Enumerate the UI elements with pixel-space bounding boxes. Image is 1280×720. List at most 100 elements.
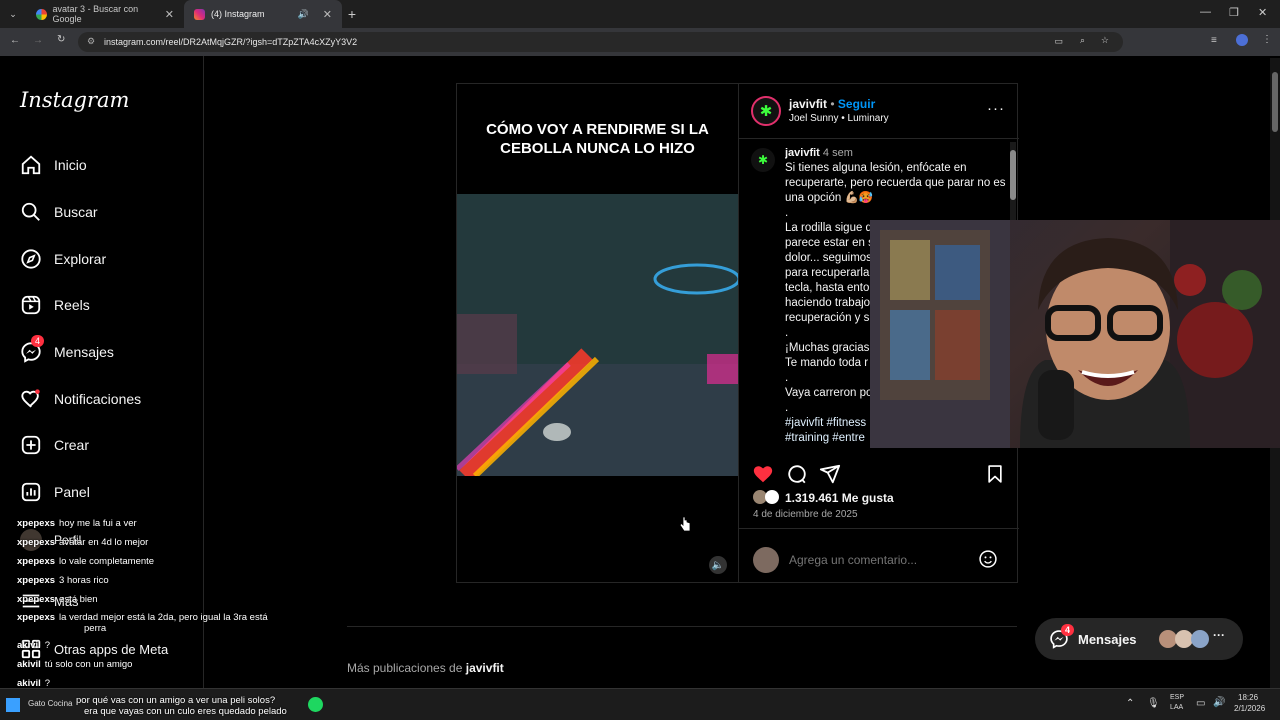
audio-artist: Joel Sunny bbox=[789, 113, 839, 124]
spotify-icon[interactable] bbox=[308, 697, 323, 712]
chat-message: xpepexs la verdad mejor está la 2da, pero… bbox=[4, 612, 268, 623]
chat-text: 3 horas rico bbox=[59, 575, 109, 586]
mute-toggle-icon[interactable]: 🔈 bbox=[709, 556, 727, 574]
close-icon[interactable]: ✕ bbox=[323, 8, 332, 21]
site-info-icon[interactable]: ⚙ bbox=[87, 36, 95, 47]
sidebar-item-label: Explorar bbox=[54, 251, 107, 267]
chat-message: xpepexs 3 horas rico bbox=[4, 575, 109, 586]
sidebar-item-explorar[interactable]: Explorar bbox=[20, 248, 106, 270]
more-posts-user[interactable]: javivfit bbox=[466, 661, 504, 675]
caption-avatar[interactable]: ✱ bbox=[751, 148, 775, 172]
author-username[interactable]: javivfit bbox=[789, 97, 827, 111]
chat-text: hoy me la fui a ver bbox=[59, 518, 137, 529]
minimize-icon[interactable]: — bbox=[1200, 6, 1211, 18]
zoom-icon[interactable]: ⌕ bbox=[1080, 35, 1085, 46]
webcam-overlay bbox=[870, 220, 1280, 448]
keyboard-layout-label[interactable]: LAA bbox=[1170, 704, 1183, 711]
comment-icon[interactable] bbox=[786, 463, 808, 485]
sidebar-item-panel[interactable]: Panel bbox=[20, 481, 90, 503]
reload-icon[interactable]: ↻ bbox=[57, 34, 65, 45]
tab-google[interactable]: avatar 3 - Buscar con Google ✕ bbox=[26, 0, 184, 28]
sidebar-item-crear[interactable]: Crear bbox=[20, 434, 89, 456]
media-controls-icon[interactable]: ≡ bbox=[1211, 35, 1217, 46]
video-caption: CÓMO VOY A RENDIRME SI LA CEBOLLA NUNCA … bbox=[457, 84, 738, 194]
audio-info[interactable]: Joel Sunny • Luminary bbox=[789, 113, 889, 124]
instagram-logo[interactable]: Instagram bbox=[20, 88, 129, 112]
likes-count[interactable]: 1.319.461 Me gusta bbox=[785, 491, 894, 505]
sidebar-item-mensajes[interactable]: 4 Mensajes bbox=[20, 335, 114, 363]
maximize-icon[interactable]: ❐ bbox=[1229, 6, 1239, 19]
sidebar-item-notificaciones[interactable]: Notificaciones bbox=[20, 388, 141, 410]
messages-pill[interactable]: 4 Mensajes ··· bbox=[1035, 618, 1243, 660]
reels-icon bbox=[21, 295, 41, 315]
chat-text: era que vayas con un culo eres quedado p… bbox=[84, 706, 287, 717]
sidebar-item-inicio[interactable]: Inicio bbox=[20, 154, 87, 176]
tab-title: (4) Instagram bbox=[211, 9, 265, 19]
address-bar[interactable]: ⚙ instagram.com/reel/DR2AtMqjGZR/?igsh=d… bbox=[78, 32, 1123, 52]
cast-icon[interactable]: ▭ bbox=[1054, 36, 1063, 47]
sidebar-item-label: Mensajes bbox=[54, 344, 114, 360]
windows-start-icon[interactable] bbox=[6, 698, 20, 712]
caption-username[interactable]: javivfit bbox=[785, 147, 820, 159]
save-bookmark-icon[interactable] bbox=[985, 463, 1005, 485]
sidebar-item-label: Crear bbox=[54, 437, 90, 453]
post-date: 4 de diciembre de 2025 bbox=[753, 509, 858, 520]
audio-track: Luminary bbox=[847, 113, 889, 124]
browser-toolbar: ← → ↻ ⚙ instagram.com/reel/DR2AtMqjGZR/?… bbox=[0, 28, 1280, 56]
chat-text: la verdad mejor está la 2da, pero igual … bbox=[59, 612, 268, 623]
tray-chevron-icon[interactable]: ⌃ bbox=[1126, 698, 1134, 709]
post-header: javivfit • Seguir bbox=[789, 97, 876, 111]
compass-icon bbox=[21, 249, 41, 269]
share-icon[interactable] bbox=[819, 463, 841, 485]
close-icon[interactable]: ✕ bbox=[165, 8, 174, 21]
url-text: instagram.com/reel/DR2AtMqjGZR/?igsh=dTZ… bbox=[104, 37, 358, 47]
chat-text: ? bbox=[44, 640, 51, 651]
author-avatar[interactable]: ✱ bbox=[751, 96, 781, 126]
clock-time[interactable]: 18:26 bbox=[1238, 693, 1258, 702]
home-icon bbox=[21, 155, 41, 175]
sidebar-item-label: Reels bbox=[54, 297, 90, 313]
chat-message: xpepexs lo vale completamente bbox=[4, 556, 154, 567]
network-icon[interactable]: ▭ bbox=[1196, 698, 1205, 709]
chat-message: akivil tú solo con un amigo bbox=[4, 659, 132, 670]
back-icon[interactable]: ← bbox=[10, 35, 20, 46]
bookmark-star-icon[interactable]: ☆ bbox=[1101, 35, 1109, 46]
google-icon bbox=[36, 8, 47, 20]
window-close-icon[interactable]: ✕ bbox=[1258, 6, 1267, 19]
more-posts-prefix: Más publicaciones de bbox=[347, 661, 463, 675]
tab-search-icon[interactable]: ⌄ bbox=[0, 9, 26, 20]
reel-video[interactable]: CÓMO VOY A RENDIRME SI LA CEBOLLA NUNCA … bbox=[455, 84, 741, 582]
chat-message: xpepexs hoy me la fui a ver bbox=[4, 518, 137, 529]
follow-button[interactable]: Seguir bbox=[838, 97, 875, 111]
new-tab-icon[interactable]: + bbox=[342, 6, 362, 22]
gato-app-label[interactable]: Gato Cocina bbox=[28, 699, 72, 708]
more-posts-heading: Más publicaciones de javivfit bbox=[347, 661, 504, 675]
more-options-icon[interactable]: ··· bbox=[987, 100, 1005, 117]
sidebar-item-label: Panel bbox=[54, 484, 90, 500]
language-label[interactable]: ESP bbox=[1170, 694, 1184, 701]
sidebar-item-reels[interactable]: Reels bbox=[20, 294, 90, 316]
volume-icon[interactable]: 🔊 bbox=[1213, 697, 1225, 708]
profile-avatar[interactable] bbox=[1236, 34, 1248, 46]
heart-icon bbox=[21, 389, 40, 408]
tab-instagram[interactable]: (4) Instagram 🔊 ✕ bbox=[184, 0, 342, 28]
chat-user: xpepexs bbox=[17, 594, 56, 605]
video-frame[interactable] bbox=[455, 194, 741, 482]
notification-badge: 4 bbox=[1061, 624, 1075, 636]
speaker-icon[interactable]: 🔊 bbox=[298, 9, 309, 20]
caption-text: . bbox=[785, 207, 789, 219]
notification-badge: 4 bbox=[31, 335, 45, 347]
emoji-icon[interactable] bbox=[978, 549, 998, 569]
mic-icon[interactable]: 🎙 bbox=[1147, 698, 1160, 709]
liked-heart-icon[interactable] bbox=[752, 463, 774, 485]
more-icon[interactable]: ··· bbox=[1213, 628, 1225, 642]
webcam-image bbox=[870, 220, 1280, 448]
chat-user: xpepexs bbox=[17, 556, 56, 567]
screen: ⌄ avatar 3 - Buscar con Google ✕ (4) Ins… bbox=[0, 0, 1280, 720]
sidebar-item-buscar[interactable]: Buscar bbox=[20, 201, 98, 223]
forward-icon[interactable]: → bbox=[33, 35, 43, 46]
kebab-menu-icon[interactable]: ⋮ bbox=[1262, 34, 1272, 45]
commenter-avatar bbox=[753, 547, 779, 573]
comment-input[interactable] bbox=[789, 550, 969, 570]
clock-date[interactable]: 2/1/2026 bbox=[1234, 704, 1265, 713]
